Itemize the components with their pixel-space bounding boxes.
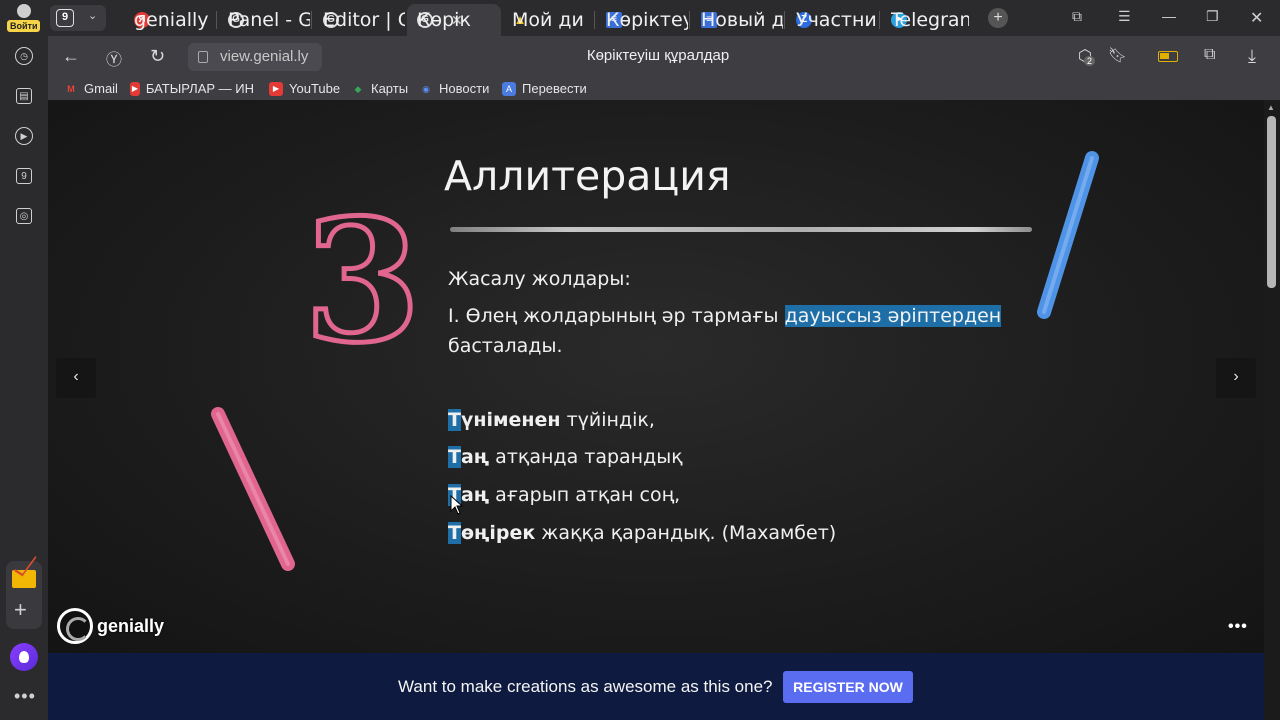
register-banner: Want to make creations as awesome as thi…: [48, 653, 1264, 720]
translate-icon: A: [502, 81, 516, 96]
history-icon[interactable]: ◷: [12, 44, 36, 68]
battery-saver-icon[interactable]: [1158, 51, 1178, 62]
pink-chalk-image: [211, 407, 295, 571]
add-app-icon[interactable]: +: [14, 599, 27, 621]
download-icon[interactable]: ⤓: [1248, 46, 1256, 67]
tab-panel[interactable]: G Panel - G: [218, 4, 310, 36]
poem-line-1: Түніменен түйіндік,: [448, 409, 655, 431]
tab-my-drive[interactable]: ▲ Мой ди: [502, 4, 594, 36]
next-slide-button[interactable]: ›: [1216, 358, 1256, 398]
highlighted-text: дауыссыз әріптерден: [784, 305, 1002, 327]
screenshot-icon[interactable]: ◎: [12, 204, 36, 228]
scroll-up-icon[interactable]: ▲: [1267, 103, 1275, 112]
slide-title: Аллитерация: [444, 152, 731, 200]
page-scrollbar[interactable]: ▲: [1264, 100, 1280, 720]
login-label: Войти: [7, 20, 41, 32]
chalk-divider: [450, 227, 1032, 232]
slide-subtitle: Жасалу жолдары:: [448, 268, 631, 290]
tab-count-button[interactable]: 9 ⌄: [50, 5, 106, 31]
more-icon[interactable]: •••: [14, 686, 36, 707]
genially-logo-icon: [57, 608, 93, 644]
mail-icon[interactable]: [12, 570, 36, 588]
menu-icon[interactable]: ☰: [1118, 8, 1131, 25]
bookmark-icon[interactable]: 🔖︎: [1108, 46, 1127, 64]
previous-slide-button[interactable]: ‹: [56, 358, 96, 398]
bookmark-translate[interactable]: A Перевести: [502, 81, 587, 96]
register-now-button[interactable]: REGISTER NOW: [783, 671, 913, 703]
tab-new-doc[interactable]: ≡ Новый д: [691, 4, 783, 36]
genially-logo[interactable]: genially: [57, 608, 164, 644]
chevron-down-icon: ⌄: [88, 10, 98, 22]
tab-genially[interactable]: Я genially: [124, 4, 216, 36]
shield-badge: 2: [1084, 56, 1096, 66]
bookmarks-bar: M Gmail ▶ БАТЫРЛАР — ИН ▶ YouTube ◆ Карт…: [48, 78, 1280, 100]
more-options-icon[interactable]: •••: [1228, 618, 1248, 636]
bookmark-maps[interactable]: ◆ Карты: [351, 81, 409, 96]
close-window-icon[interactable]: ✕: [1250, 8, 1263, 28]
bookmark-gmail[interactable]: M Gmail: [64, 81, 118, 96]
tab-bar: 9 ⌄ Я genially G Panel - G G Editor | G …: [48, 0, 1280, 36]
poem-line-4: Төңірек жаққа қарандық. (Махамбет): [448, 522, 837, 544]
tab-counter-icon[interactable]: 9: [12, 164, 36, 188]
blue-chalk-image: [1037, 151, 1099, 319]
banner-text: Want to make creations as awesome as thi…: [398, 677, 773, 696]
user-icon: [17, 4, 31, 18]
collections-icon[interactable]: ▤: [12, 84, 36, 108]
rule-line-2: басталады.: [448, 335, 563, 357]
tab-participants[interactable]: Z Участни: [786, 4, 878, 36]
genially-slide: 3 Аллитерация Жасалу жолдары: I. Өлең жо…: [48, 100, 1264, 653]
gmail-icon: M: [67, 83, 75, 94]
poem-line-3: Таң ағарып атқан соң,: [448, 484, 681, 506]
tab-korikteu-doc[interactable]: ≡ Көріктеу: [596, 4, 688, 36]
new-tab-button[interactable]: +: [988, 8, 1008, 28]
restore-icon[interactable]: ❐: [1206, 8, 1219, 25]
minimize-icon[interactable]: —: [1162, 8, 1176, 24]
news-icon: ◉: [422, 83, 430, 94]
bookmark-youtube[interactable]: ▶ YouTube: [269, 81, 340, 96]
play-icon[interactable]: ▶: [12, 124, 36, 148]
alice-assistant-icon[interactable]: [10, 643, 38, 671]
mouse-cursor-icon: [450, 495, 464, 515]
tab-telegram[interactable]: ➤ Telegran: [881, 4, 969, 36]
chalk-number-3: 3: [302, 190, 419, 350]
profile-button[interactable]: Войти: [6, 3, 42, 35]
browser-sidebar: Войти ◷ ▤ ▶ 9 ◎ + •••: [0, 0, 48, 720]
tab-count: 9: [56, 9, 74, 27]
poem-line-2: Таң атқанда тарандық: [448, 446, 683, 468]
browser-window: Войти ◷ ▤ ▶ 9 ◎ + ••• 9 ⌄ Я genially G P…: [0, 0, 1280, 720]
youtube-icon: ▶: [269, 81, 283, 96]
address-bar: ← Ⓨ ↻ view.genial.ly Көріктеуіш құралдар…: [48, 36, 1280, 78]
svg-text:3: 3: [304, 190, 418, 350]
bookmark-batyrlar[interactable]: ▶ БАТЫРЛАР — ИН: [130, 81, 254, 96]
rule-line-1: I. Өлең жолдарының әр тармағы дауыссыз ә…: [448, 305, 1002, 327]
youtube-icon: ▶: [130, 81, 140, 96]
tab-editor[interactable]: G Editor | G: [313, 4, 405, 36]
extensions-icon[interactable]: ⧉: [1204, 46, 1215, 64]
bookmark-news[interactable]: ◉ Новости: [419, 81, 489, 96]
maps-icon: ◆: [354, 83, 362, 94]
tab-korik-active[interactable]: G Көрік ✕: [407, 4, 501, 36]
scrollbar-thumb[interactable]: [1267, 116, 1276, 288]
bookmark-manager-icon[interactable]: ⧉: [1072, 8, 1082, 25]
